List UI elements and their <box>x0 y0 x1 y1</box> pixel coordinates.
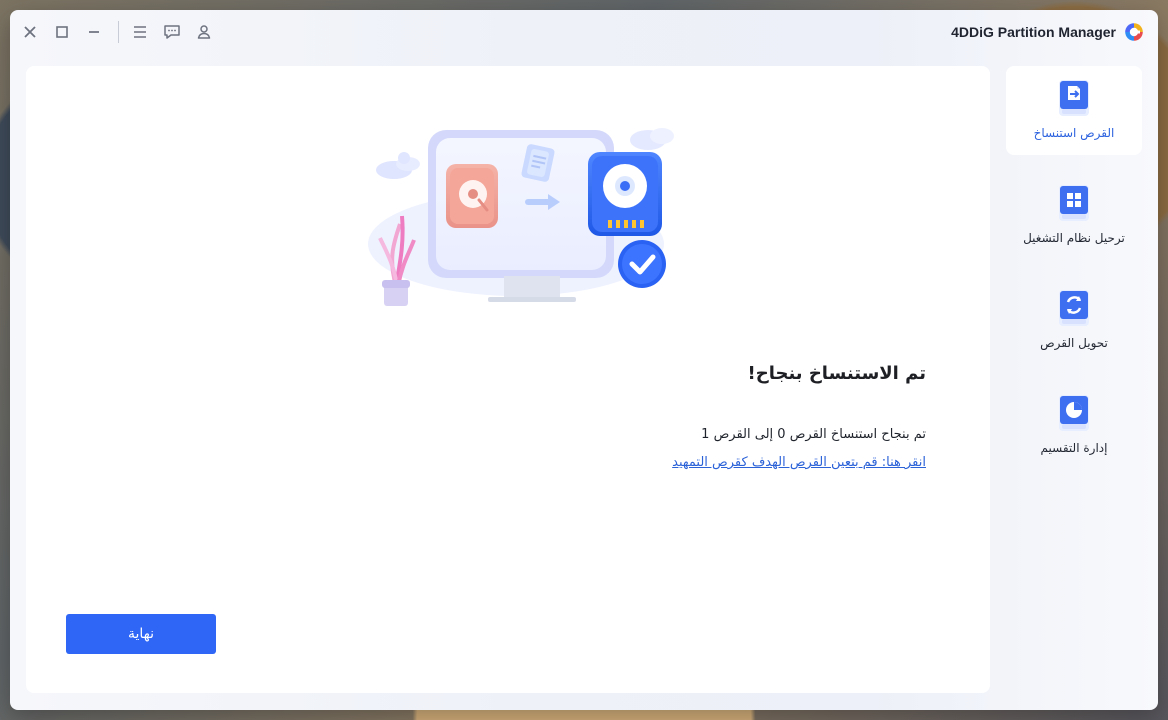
app-logo-icon <box>1125 23 1143 41</box>
minimize-button[interactable] <box>82 20 119 44</box>
menu-button[interactable] <box>128 20 152 44</box>
title-bar: 4DDiG Partition Manager <box>10 10 1158 56</box>
success-description: تم بنجاح استنساخ القرص 0 إلى القرص 1 <box>701 427 926 442</box>
sidebar-item-label: إدارة التقسيم <box>1040 441 1108 455</box>
close-icon <box>24 26 36 38</box>
account-icon <box>197 25 211 39</box>
finish-button[interactable]: نهاية <box>66 614 216 654</box>
title-area: 4DDiG Partition Manager <box>951 22 1144 42</box>
sidebar-navigation: القرص استنساخ ترحيل نظام التشغيل تحويل ا… <box>1006 66 1142 693</box>
minimize-icon <box>89 31 99 33</box>
sidebar-item-clone-disk[interactable]: القرص استنساخ <box>1006 66 1142 155</box>
menu-icon <box>134 26 146 38</box>
feedback-button[interactable] <box>160 20 184 44</box>
sidebar-item-convert-disk[interactable]: تحويل القرص <box>1006 276 1142 365</box>
window-controls <box>18 20 224 44</box>
maximize-button[interactable] <box>50 20 74 44</box>
close-button[interactable] <box>18 20 42 44</box>
success-message-block: تم الاستنساخ بنجاح! تم بنجاح استنساخ الق… <box>406 362 926 472</box>
account-button[interactable] <box>192 20 216 44</box>
feedback-icon <box>164 25 180 39</box>
application-window: 4DDiG Partition Manager تم الاستنساخ بنج… <box>10 10 1158 710</box>
sidebar-item-partition-manager[interactable]: إدارة التقسيم <box>1006 381 1142 470</box>
app-title: 4DDiG Partition Manager <box>951 24 1116 40</box>
sidebar-item-label: ترحيل نظام التشغيل <box>1023 231 1125 245</box>
sidebar-item-label: تحويل القرص <box>1040 336 1108 350</box>
main-content-panel: تم الاستنساخ بنجاح! تم بنجاح استنساخ الق… <box>26 66 990 693</box>
migrate-os-icon <box>1059 185 1089 221</box>
success-title: تم الاستنساخ بنجاح! <box>747 363 926 384</box>
convert-disk-icon <box>1059 290 1089 326</box>
partition-manager-icon <box>1059 395 1089 431</box>
clone-disk-icon <box>1059 80 1089 116</box>
sidebar-item-migrate-os[interactable]: ترحيل نظام التشغيل <box>1006 171 1142 260</box>
sidebar-item-label: القرص استنساخ <box>1033 126 1115 140</box>
set-boot-disk-link[interactable]: انقر هنا: قم بتعين القرص الهدف كقرص التم… <box>672 454 926 472</box>
clone-success-illustration <box>368 128 674 306</box>
maximize-icon <box>56 26 68 38</box>
